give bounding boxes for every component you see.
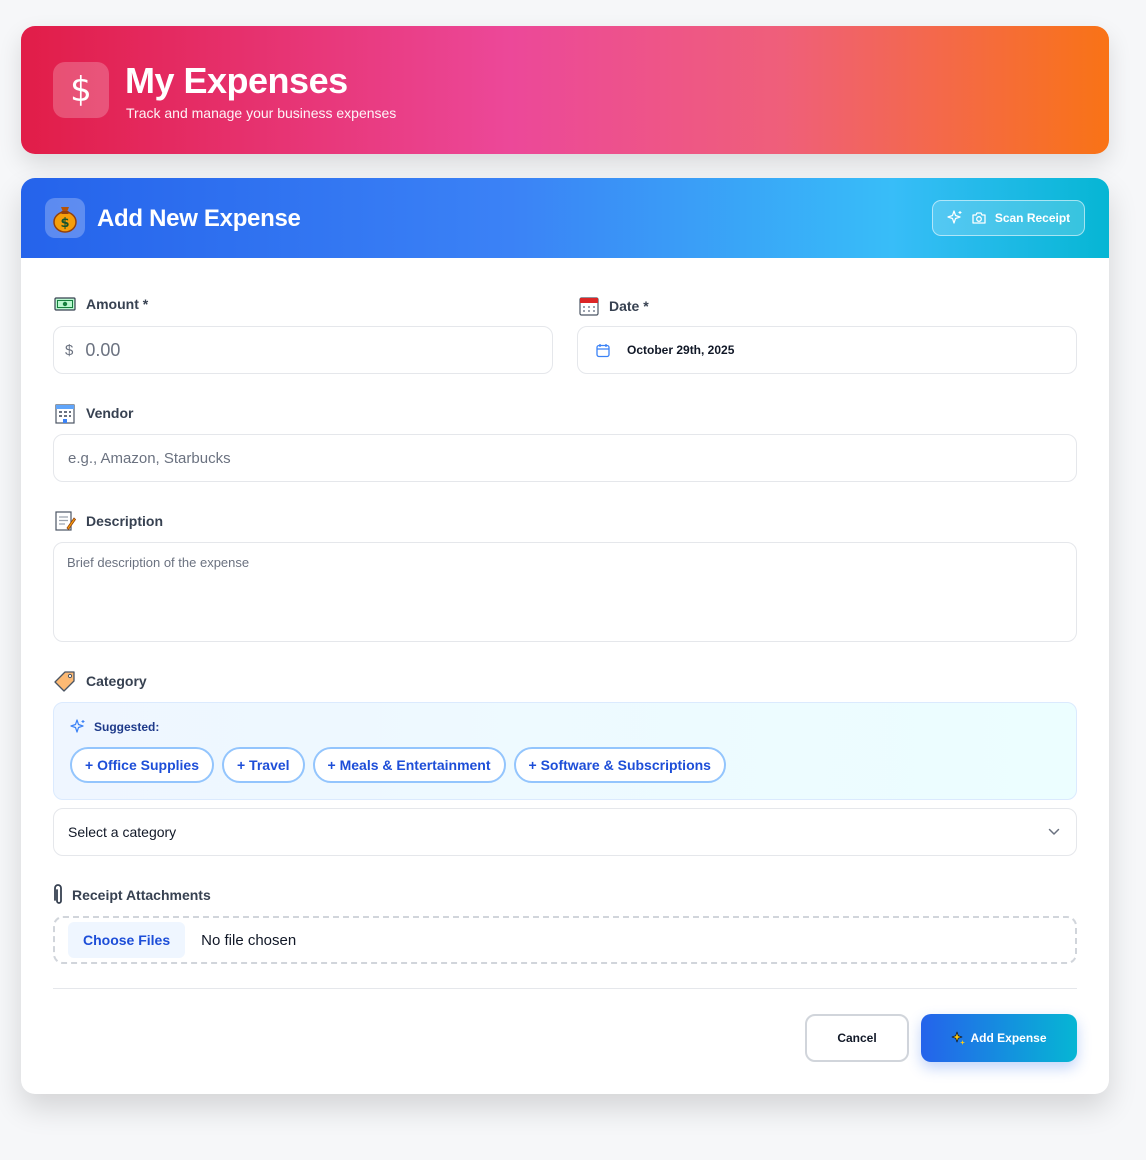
memo-icon bbox=[55, 511, 76, 531]
choose-files-button[interactable]: Choose Files bbox=[68, 922, 186, 958]
form-divider bbox=[53, 988, 1077, 989]
file-status: No file chosen bbox=[201, 931, 297, 949]
suggestion-chip-travel[interactable]: + Travel bbox=[221, 747, 305, 783]
vendor-placeholder: e.g., Amazon, Starbucks bbox=[68, 449, 231, 467]
amount-input[interactable]: $ 0.00 bbox=[53, 326, 553, 374]
chevron-down-icon bbox=[1048, 828, 1060, 835]
description-textarea[interactable]: Brief description of the expense bbox=[53, 542, 1077, 642]
suggestion-chip-office-supplies[interactable]: + Office Supplies bbox=[70, 747, 214, 783]
scan-receipt-label: Scan Receipt bbox=[994, 211, 1071, 225]
suggestion-chips: + Office Supplies + Travel + Meals & Ent… bbox=[70, 747, 726, 783]
dollar-sign-icon: $ bbox=[53, 62, 109, 118]
add-expense-label: Add Expense bbox=[970, 1031, 1047, 1045]
calendar-outline-icon bbox=[596, 343, 610, 357]
date-label: Date * bbox=[579, 296, 649, 316]
category-select-value: Select a category bbox=[68, 824, 177, 840]
calendar-icon bbox=[579, 297, 599, 316]
file-upload-dropzone[interactable]: Choose Files No file chosen bbox=[53, 916, 1077, 964]
money-bag-icon: $ bbox=[45, 198, 85, 238]
svg-text:$: $ bbox=[60, 216, 69, 231]
page-title: My Expenses bbox=[125, 60, 348, 101]
card-header: $ Add New Expense Scan Receipt bbox=[21, 178, 1109, 258]
vendor-input[interactable]: e.g., Amazon, Starbucks bbox=[53, 434, 1077, 482]
suggested-heading: Suggested: bbox=[70, 719, 159, 735]
scan-receipt-button[interactable]: Scan Receipt bbox=[932, 200, 1085, 236]
suggestion-chip-software-subscriptions[interactable]: + Software & Subscriptions bbox=[513, 747, 726, 783]
vendor-label: Vendor bbox=[54, 402, 133, 424]
sparkle-icon bbox=[70, 719, 85, 733]
receipt-label: Receipt Attachments bbox=[54, 884, 211, 906]
description-placeholder: Brief description of the expense bbox=[67, 555, 250, 570]
office-building-icon bbox=[55, 404, 75, 424]
banknote-icon bbox=[54, 297, 76, 311]
date-value: October 29th, 2025 bbox=[627, 343, 735, 357]
page-subtitle: Track and manage your business expenses bbox=[126, 105, 397, 121]
suggestion-chip-meals-entertainment[interactable]: + Meals & Entertainment bbox=[312, 747, 506, 783]
category-suggestions: Suggested: + Office Supplies + Travel + … bbox=[53, 702, 1077, 800]
page-header: $ My Expenses Track and manage your busi… bbox=[21, 26, 1109, 154]
category-select[interactable]: Select a category bbox=[53, 808, 1077, 856]
paperclip-icon bbox=[54, 884, 62, 904]
tag-icon bbox=[54, 671, 75, 692]
card-title: Add New Expense bbox=[97, 205, 301, 232]
camera-icon bbox=[972, 212, 986, 224]
cancel-button[interactable]: Cancel bbox=[805, 1014, 909, 1062]
add-expense-button[interactable]: Add Expense bbox=[921, 1014, 1077, 1062]
description-label: Description bbox=[54, 510, 163, 532]
add-expense-card: $ Add New Expense Scan Receipt Amount * … bbox=[21, 178, 1109, 1094]
date-picker[interactable]: October 29th, 2025 bbox=[577, 326, 1077, 374]
sparkle-icon bbox=[947, 210, 962, 224]
category-label: Category bbox=[54, 670, 147, 692]
amount-label: Amount * bbox=[54, 296, 148, 312]
currency-symbol: $ bbox=[65, 341, 74, 359]
sparkles-icon bbox=[952, 1031, 966, 1045]
amount-placeholder: 0.00 bbox=[85, 339, 121, 360]
